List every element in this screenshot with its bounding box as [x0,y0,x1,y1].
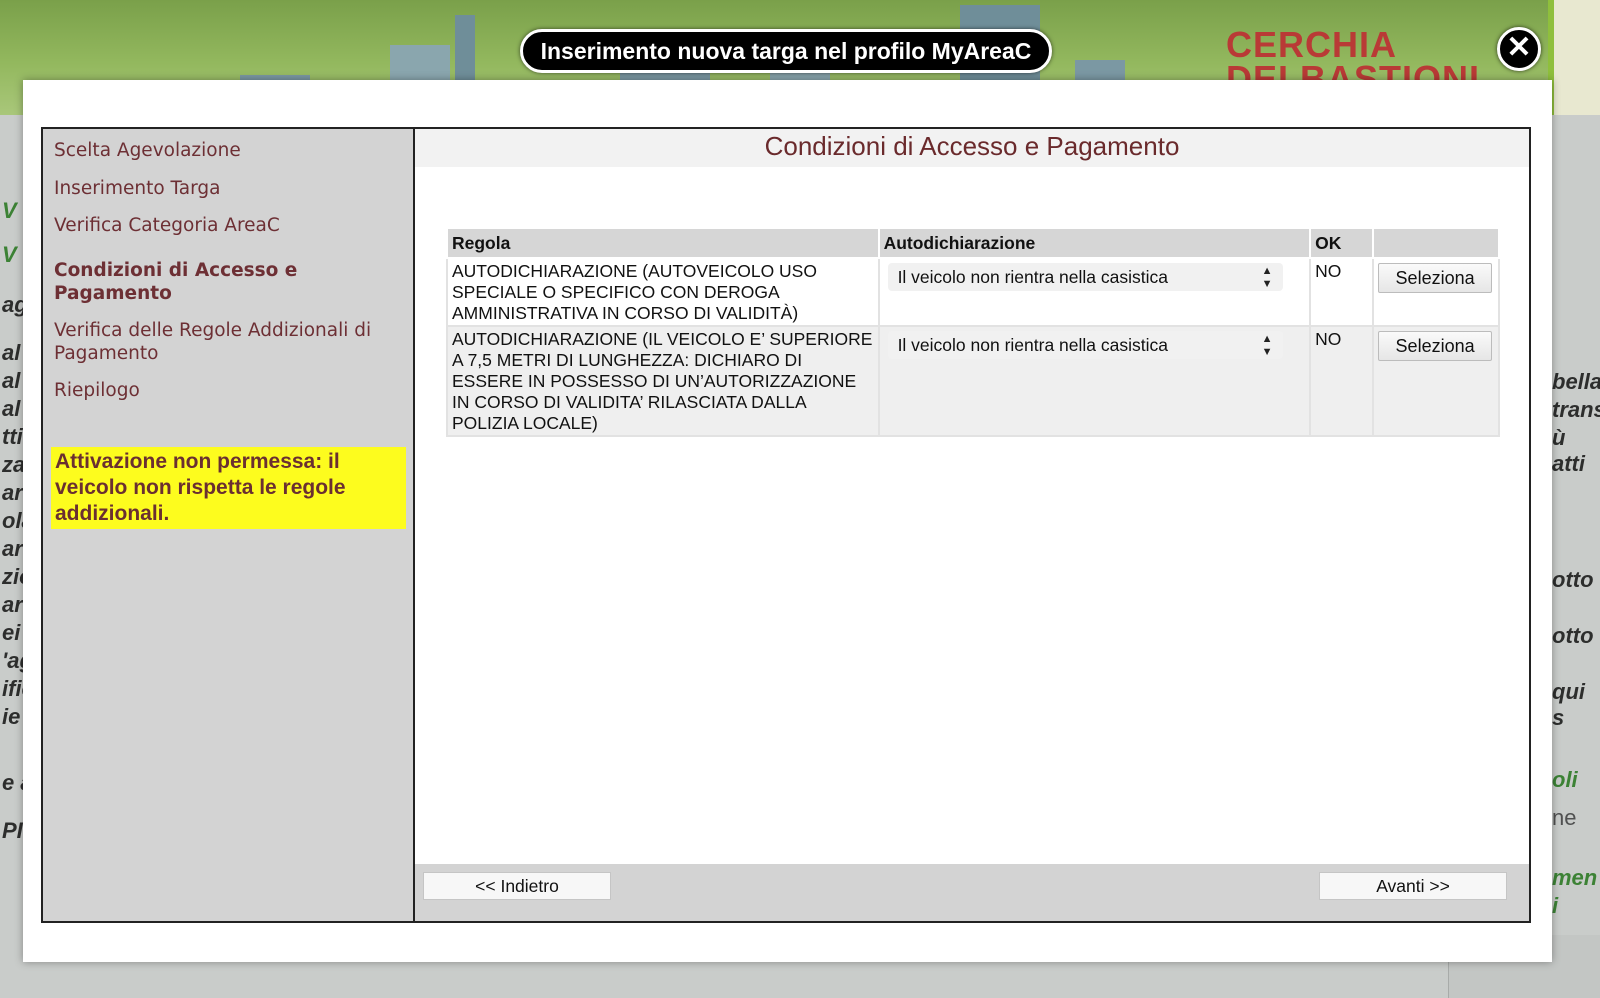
background-text-fragment: ie [2,704,21,729]
sidebar-item-verifica-categoria[interactable]: Verifica Categoria AreaC [54,214,394,237]
autodichiarazione-select[interactable]: Il veicolo non rientra nella casistica ▲… [887,263,1283,291]
rule-cell: AUTODICHIARAZIONE (AUTOVEICOLO USO SPECI… [446,256,880,328]
column-header-actions [1372,227,1500,259]
background-text-fragment: tti [2,424,23,449]
background-text-fragment: i [1552,893,1559,918]
background-text-fragment: V [2,198,17,223]
seleziona-button[interactable]: Seleziona [1378,331,1493,362]
column-header-regola: Regola [446,227,880,259]
sidebar-item-regole-addizionali[interactable]: Verifica delle Regole Addizionali di Pag… [54,319,394,365]
sidebar-item-riepilogo[interactable]: Riepilogo [54,379,394,402]
column-header-autodichiarazione: Autodichiarazione [877,227,1312,259]
background-text-fragment: ar [2,536,23,561]
wizard-frame: Scelta Agevolazione Inserimento Targa Ve… [41,127,1531,923]
sidebar-item-scelta-agevolazione[interactable]: Scelta Agevolazione [54,139,394,162]
modal-title: Inserimento nuova targa nel profilo MyAr… [520,29,1052,73]
select-value: Il veicolo non rientra nella casistica [897,335,1168,356]
background-text-fragment: al [2,368,21,393]
rule-cell: AUTODICHIARAZIONE (IL VEICOLO E’ SUPERIO… [446,325,880,438]
warning-message: Attivazione non permessa: il veicolo non… [51,447,406,529]
background-text-fragment: PI [2,818,23,843]
background-text-fragment: V [2,242,17,267]
select-value: Il veicolo non rientra nella casistica [897,267,1168,287]
column-header-ok: OK [1309,227,1375,259]
table-row: AUTODICHIARAZIONE (AUTOVEICOLO USO SPECI… [446,256,1500,328]
background-text-fragment: otto [1552,623,1594,648]
background-text-fragment: ne [1552,805,1577,830]
background-text-fragment: ar [2,592,23,617]
background-text-fragment: oli [1552,767,1578,792]
brand-badge [1548,0,1600,115]
background-text-fragment: al [2,340,21,365]
ok-cell: NO [1309,325,1375,438]
autodichiarazione-select[interactable]: Il veicolo non rientra nella casistica ▲… [887,331,1283,360]
background-text-fragment: otto [1552,567,1594,592]
brand-line-1: CERCHIA [1225,24,1397,65]
background-text-fragment: al [2,396,21,421]
background-text-fragment: trans [1552,397,1600,422]
selection-cell: Il veicolo non rientra nella casistica ▲… [877,325,1312,438]
background-text-fragment: ar [2,480,23,505]
rules-table: Regola Autodichiarazione OK AUTODICHIARA… [446,227,1500,438]
background-text-fragment: ù atti [1552,425,1585,476]
next-button[interactable]: Avanti >> [1319,872,1507,900]
background-text-fragment: qui s [1552,679,1585,730]
sidebar-item-condizioni-accesso[interactable]: Condizioni di Accesso e Pagamento [54,259,394,305]
action-cell: Seleziona [1372,325,1500,438]
close-icon[interactable]: ✕ [1497,27,1541,71]
wizard-footer: << Indietro Avanti >> [415,864,1529,921]
seleziona-button[interactable]: Seleziona [1378,263,1493,293]
select-arrows-icon: ▲ ▼ [1261,333,1273,359]
background-text-fragment: men [1552,865,1598,890]
wizard-content: Condizioni di Accesso e Pagamento Regola… [415,129,1529,921]
background-text-fragment: bella [1552,369,1600,394]
back-button[interactable]: << Indietro [423,872,611,900]
selection-cell: Il veicolo non rientra nella casistica ▲… [877,256,1312,328]
background-text-fragment: ei [2,620,21,645]
wizard-sidebar: Scelta Agevolazione Inserimento Targa Ve… [43,129,415,921]
table-row: AUTODICHIARAZIONE (IL VEICOLO E’ SUPERIO… [446,325,1500,438]
select-arrows-icon: ▲ ▼ [1261,265,1273,290]
table-header-row: Regola Autodichiarazione OK [446,227,1500,259]
action-cell: Seleziona [1372,256,1500,328]
modal-dialog: Scelta Agevolazione Inserimento Targa Ve… [23,80,1552,962]
page-title: Condizioni di Accesso e Pagamento [415,129,1529,167]
ok-cell: NO [1309,256,1375,328]
sidebar-item-inserimento-targa[interactable]: Inserimento Targa [54,177,394,200]
